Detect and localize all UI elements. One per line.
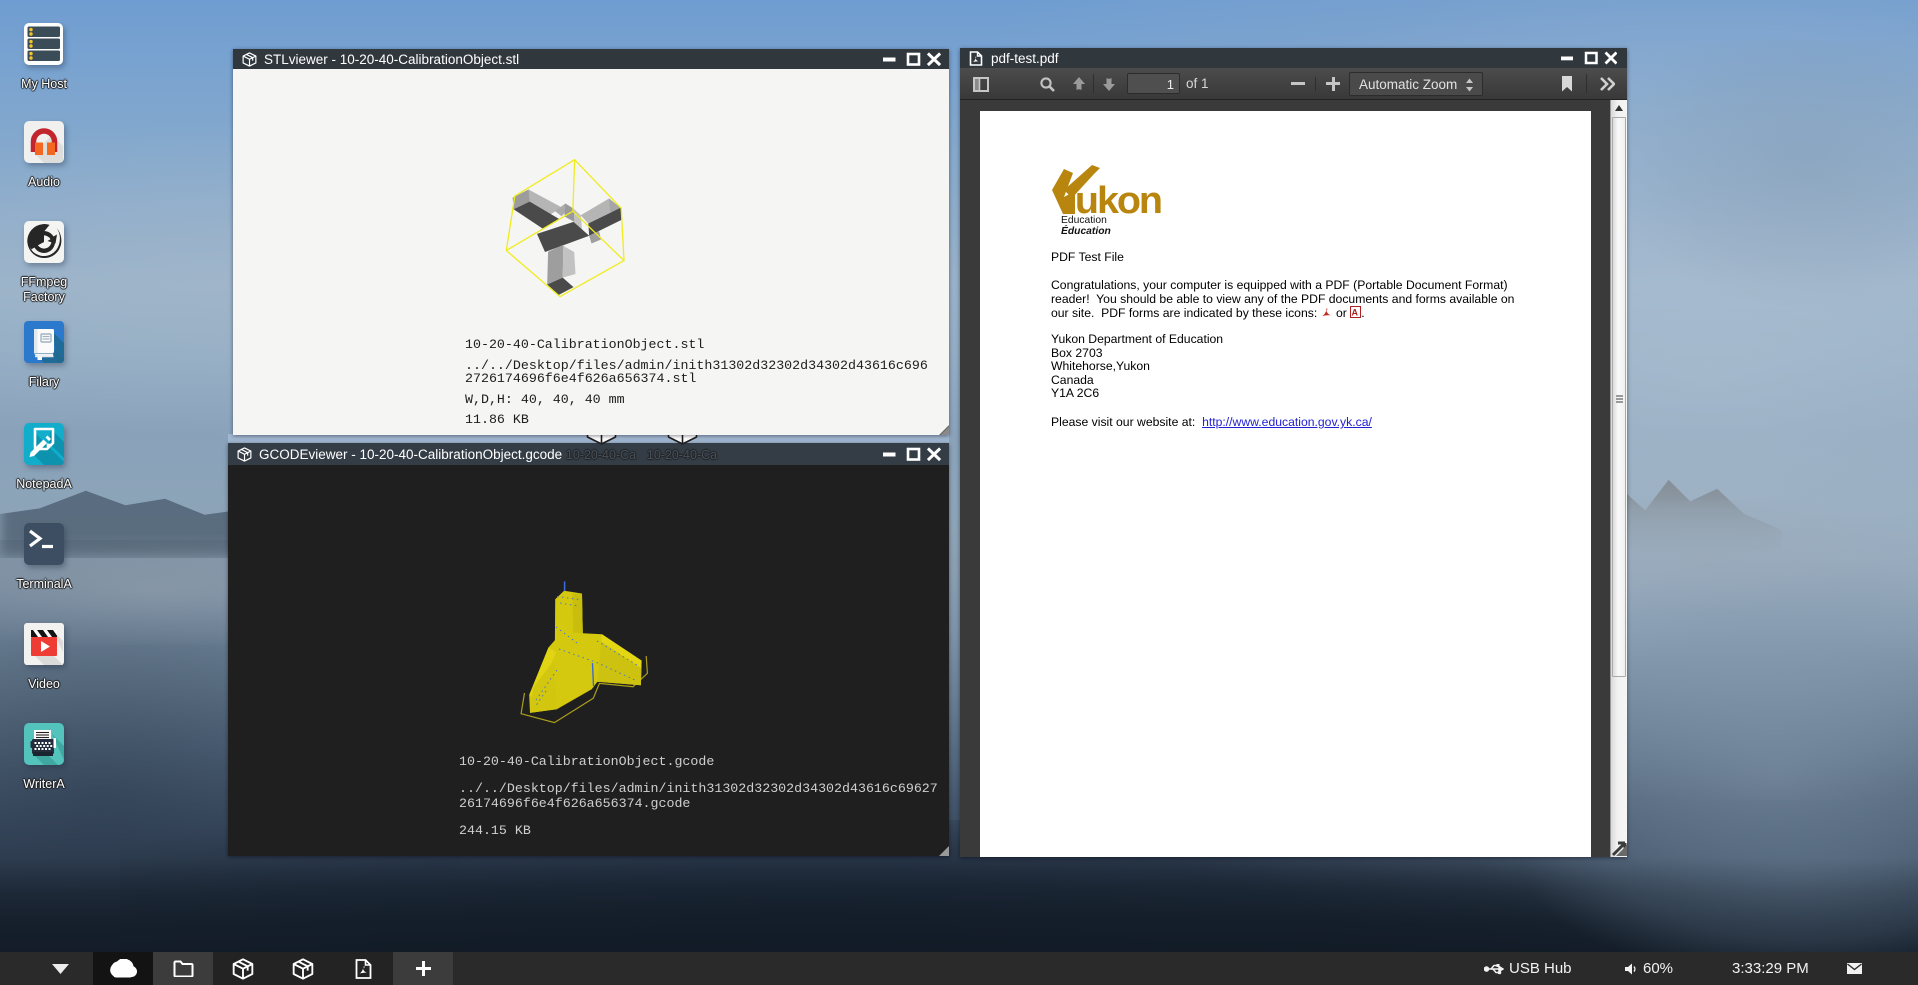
svg-text:A: A	[1352, 308, 1359, 318]
svg-text:ukon: ukon	[1075, 180, 1161, 214]
